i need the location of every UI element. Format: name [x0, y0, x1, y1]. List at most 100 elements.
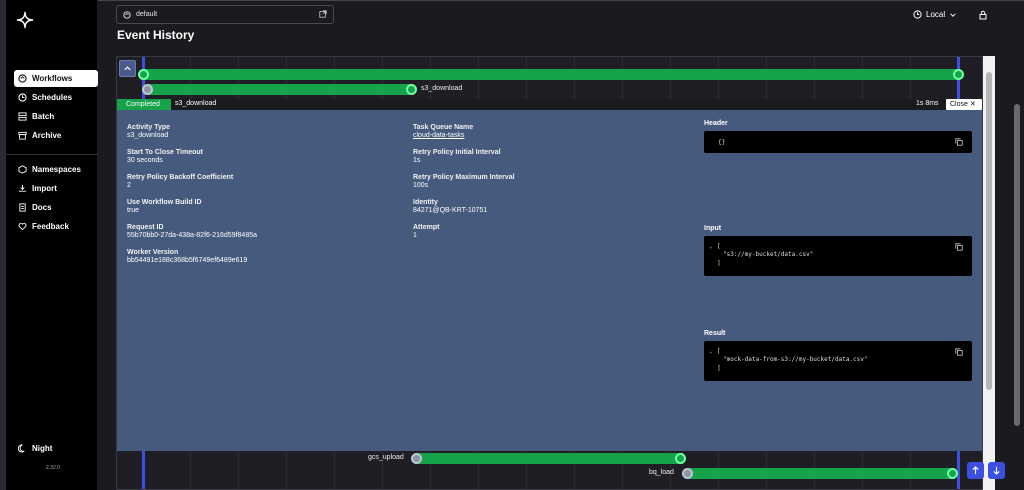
- activity-end-node[interactable]: [675, 453, 686, 464]
- field-value: bb54491e188c368b5f6749ef6489e619: [127, 257, 248, 264]
- docs-icon: [19, 203, 26, 212]
- field-value: true: [127, 207, 140, 214]
- workflow-bar[interactable]: [143, 69, 959, 80]
- sidebar-item-import[interactable]: Import: [14, 180, 98, 197]
- code-line: [: [717, 348, 721, 355]
- sidebar-item-feedback[interactable]: Feedback: [14, 218, 98, 235]
- scroll-top-button[interactable]: [967, 462, 984, 479]
- field-value: 1s: [413, 157, 421, 164]
- sidebar-divider: [6, 154, 98, 155]
- field-request-id: Request ID 55b70bb0-27da-438a-82f6-216d5…: [127, 224, 257, 240]
- timeline-scrollbar[interactable]: [983, 56, 995, 490]
- chevron-down-icon: [950, 12, 956, 17]
- field-value: 55b70bb0-27da-438a-82f6-216d59f8485a: [127, 232, 258, 239]
- activity-start-node[interactable]: [411, 453, 422, 464]
- sidebar-item-label: Workflows: [32, 74, 73, 83]
- field-key: Retry Policy Backoff Coefficient: [127, 174, 234, 181]
- app-version: 2.32.0: [46, 465, 60, 471]
- field-worker-version: Worker Version bb54491e188c368b5f6749ef6…: [127, 249, 247, 265]
- sidebar-item-workflows[interactable]: Workflows: [14, 70, 98, 87]
- clock-icon: [913, 10, 922, 19]
- activity-start-node[interactable]: [142, 84, 153, 95]
- header-code: {}: [718, 139, 726, 146]
- chevron-down-icon[interactable]: ⌄: [709, 243, 713, 250]
- activity-start-node[interactable]: [682, 468, 693, 479]
- close-label: Close: [950, 101, 968, 108]
- activity-bar-s3-download[interactable]: [147, 84, 412, 95]
- clock-icon: [18, 93, 27, 102]
- scrollbar-thumb[interactable]: [986, 72, 992, 390]
- close-icon: ✕: [969, 101, 976, 108]
- header-code-block: {}: [704, 131, 972, 153]
- code-line: ]: [717, 260, 721, 267]
- field-build-id: Use Workflow Build ID true: [127, 199, 202, 215]
- activity-bar-gcs-upload[interactable]: [415, 453, 683, 464]
- field-activity-type: Activity Type s3_download: [127, 124, 170, 140]
- theme-toggle[interactable]: Night: [14, 440, 98, 457]
- field-value: s3_download: [127, 132, 169, 139]
- chevron-down-icon[interactable]: ⌄: [709, 348, 713, 355]
- sidebar-item-archive[interactable]: Archive: [14, 127, 98, 144]
- activity-label-s3-download: s3_download: [421, 85, 463, 92]
- field-key: Request ID: [127, 224, 164, 231]
- code-line: "mock-data-from-s3://my-bucket/data.csv": [723, 356, 868, 363]
- code-line: ]: [717, 365, 721, 372]
- field-task-queue: Task Queue Name cloud-data-tasks: [413, 124, 473, 140]
- sidebar-item-schedules[interactable]: Schedules: [14, 89, 98, 106]
- sidebar-item-label: Feedback: [32, 222, 69, 231]
- event-detail-panel: Completed s3_download 1s 8ms Close ✕ Act…: [117, 99, 982, 451]
- heart-icon: [18, 223, 27, 231]
- namespace-select[interactable]: default: [116, 5, 334, 24]
- sidebar-item-label: Docs: [32, 203, 52, 212]
- activity-name: s3_download: [175, 100, 217, 107]
- scroll-bottom-button[interactable]: [988, 462, 1005, 479]
- top-bar: default Local: [98, 0, 1024, 30]
- import-icon: [18, 184, 27, 192]
- close-button[interactable]: Close ✕: [946, 99, 982, 110]
- field-key: Retry Policy Maximum Interval: [413, 174, 515, 181]
- code-line: "s3://my-bucket/data.csv": [723, 251, 814, 258]
- field-key: Attempt: [413, 224, 440, 231]
- sidebar-item-batch[interactable]: Batch: [14, 108, 98, 125]
- workflow-end-node[interactable]: [953, 69, 964, 80]
- field-value: 84271@QB-KRT-10751: [413, 207, 488, 214]
- sidebar-item-label: Batch: [32, 112, 55, 121]
- collapse-button[interactable]: [119, 60, 136, 77]
- input-label: Input: [704, 225, 722, 232]
- activity-duration: 1s 8ms: [916, 100, 939, 107]
- sidebar: Workflows Schedules Batch Archive Namesp…: [6, 0, 98, 490]
- activity-end-node[interactable]: [947, 468, 958, 479]
- cube-icon: [18, 165, 27, 174]
- temporal-logo-icon[interactable]: [16, 11, 34, 29]
- event-timeline: s3_download Completed s3_download 1s 8ms…: [116, 56, 983, 490]
- field-value: 1: [413, 232, 417, 239]
- sidebar-item-namespaces[interactable]: Namespaces: [14, 161, 98, 178]
- field-backoff: Retry Policy Backoff Coefficient 2: [127, 174, 233, 190]
- timezone-select[interactable]: Local: [913, 10, 957, 19]
- namespace-value: default: [136, 11, 158, 18]
- arrow-down-icon: [993, 466, 1000, 475]
- scrollbar-thumb[interactable]: [1014, 104, 1020, 426]
- lock-icon[interactable]: [978, 10, 988, 20]
- copy-icon[interactable]: [955, 138, 963, 146]
- field-key: Use Workflow Build ID: [127, 199, 202, 206]
- task-queue-link[interactable]: cloud-data-tasks: [413, 132, 473, 140]
- timezone-value: Local: [926, 10, 946, 19]
- activity-label-gcs-upload: gcs_upload: [368, 454, 404, 461]
- sidebar-item-label: Namespaces: [32, 165, 81, 174]
- chevron-up-icon: [124, 66, 131, 71]
- external-link-icon[interactable]: [319, 10, 327, 18]
- field-key: Activity Type: [127, 124, 171, 131]
- copy-icon[interactable]: [955, 243, 963, 251]
- field-key: Task Queue Name: [413, 124, 474, 131]
- sidebar-item-docs[interactable]: Docs: [14, 199, 98, 216]
- workflows-icon: [18, 74, 27, 83]
- result-label: Result: [704, 330, 726, 337]
- activity-bar-bq-load[interactable]: [687, 468, 955, 479]
- arrow-up-icon: [972, 466, 979, 475]
- activity-end-node[interactable]: [406, 84, 417, 95]
- page-scrollbar[interactable]: [1012, 30, 1022, 490]
- copy-icon[interactable]: [955, 348, 963, 356]
- workflow-start-node[interactable]: [138, 69, 149, 80]
- sidebar-item-label: Import: [32, 184, 57, 193]
